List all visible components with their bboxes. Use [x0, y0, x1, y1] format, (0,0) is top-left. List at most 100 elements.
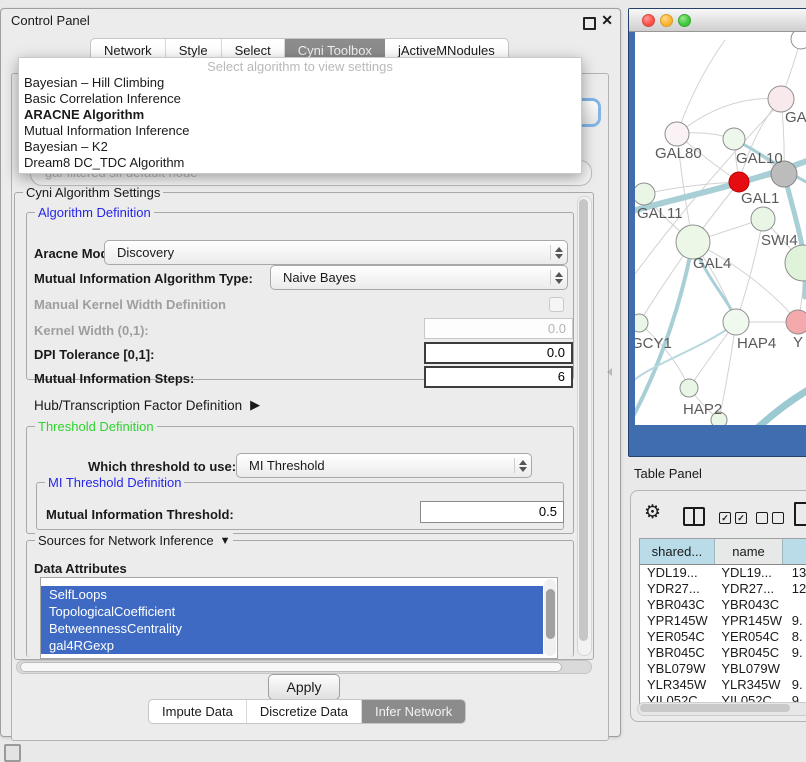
deselect-all-columns-icon[interactable]	[756, 512, 784, 524]
mi-algorithm-type-combo[interactable]: Naive Bayes	[270, 265, 568, 290]
network-node[interactable]	[723, 128, 745, 150]
algorithm-dropdown-item[interactable]: Mutual Information Inference	[19, 123, 581, 139]
cell-value	[788, 597, 806, 613]
algorithm-dropdown-item[interactable]: Dream8 DC_TDC Algorithm	[19, 155, 581, 171]
table-row[interactable]: YBR043C YBR043C	[640, 597, 806, 613]
mi-steps-label: Mutual Information Steps:	[34, 371, 194, 386]
new-table-icon[interactable]	[794, 502, 806, 526]
listbox-scrollbar-thumb[interactable]	[546, 589, 555, 639]
network-node-label: GAL11	[637, 205, 683, 222]
minimize-traffic-light-icon[interactable]	[660, 14, 673, 27]
listbox-scrollbar[interactable]	[544, 579, 556, 656]
network-edge[interactable]	[677, 40, 725, 134]
settings-vertical-scrollbar[interactable]	[577, 196, 592, 656]
data-attribute-item[interactable]: gal4RGexp	[41, 637, 543, 654]
network-node-label: HAP4	[737, 335, 776, 352]
network-node-label: GAL10	[736, 150, 783, 167]
algorithm-dropdown-item-label: Bayesian – K2	[24, 139, 108, 154]
table-row[interactable]: YLR345W YLR345W 9.	[640, 677, 806, 693]
network-canvas-svg: GALGAL80GAL10GAL1GAL11SWI4GAL4GCY1HAP4YH…	[635, 32, 806, 425]
table-row[interactable]: YER054C YER054C 8.	[640, 629, 806, 645]
cell-value: 9.	[788, 645, 806, 661]
checked-box-icon: ✓	[735, 512, 747, 524]
table-row[interactable]: YDL19... YDL19... 13	[640, 565, 806, 581]
window-grip-icon[interactable]	[4, 744, 21, 762]
cell-name: YDR27...	[717, 581, 787, 597]
cyni-bottom-tab[interactable]: Impute Data	[149, 700, 247, 723]
network-node[interactable]	[635, 183, 655, 205]
table-row[interactable]: YDR27... YDR27... 12	[640, 581, 806, 597]
manual-kernel-width-checkbox[interactable]	[549, 297, 564, 312]
table-row[interactable]: YBL079W YBL079W	[640, 661, 806, 677]
network-node[interactable]	[723, 309, 749, 335]
combo-arrows-icon	[514, 458, 531, 473]
close-icon[interactable]: ✕	[601, 12, 613, 29]
network-node[interactable]	[791, 32, 806, 49]
algorithm-dropdown-item[interactable]: Basic Correlation Inference	[19, 91, 581, 107]
cell-name: YBR045C	[717, 645, 787, 661]
network-edge[interactable]	[753, 380, 806, 425]
cyni-bottom-tab[interactable]: Infer Network	[362, 700, 465, 723]
network-node-label: GAL4	[693, 255, 731, 272]
apply-button[interactable]: Apply	[268, 674, 340, 700]
algorithm-dropdown-item[interactable]: Bayesian – K2	[19, 139, 581, 155]
kernel-width-input[interactable]: 0.0	[424, 318, 573, 339]
settings-vertical-scrollbar-thumb[interactable]	[579, 199, 588, 641]
column-header-partial[interactable]	[783, 539, 806, 564]
cell-shared-name: YDL19...	[640, 565, 717, 581]
mi-threshold-input[interactable]: 0.5	[420, 501, 564, 523]
dpi-tolerance-input[interactable]: 0.0	[424, 342, 573, 364]
network-node[interactable]	[786, 310, 806, 334]
data-attribute-item[interactable]: SelfLoops	[41, 586, 543, 603]
network-node[interactable]	[665, 122, 689, 146]
network-edge[interactable]	[693, 242, 798, 322]
table-row[interactable]: YPR145W YPR145W 9.	[640, 613, 806, 629]
network-canvas[interactable]: GALGAL80GAL10GAL1GAL11SWI4GAL4GCY1HAP4YH…	[635, 32, 806, 425]
network-node[interactable]	[751, 207, 775, 231]
tab-label: Infer Network	[375, 700, 452, 723]
close-traffic-light-icon[interactable]	[642, 14, 655, 27]
network-node[interactable]	[680, 379, 698, 397]
settings-horizontal-scrollbar-thumb[interactable]	[20, 662, 562, 672]
network-edge[interactable]	[639, 323, 689, 388]
mi-algorithm-type-label: Mutual Information Algorithm Type:	[34, 271, 253, 286]
float-window-icon[interactable]	[583, 17, 596, 30]
column-header-name[interactable]: name	[715, 539, 783, 564]
node-table: shared... name YDL19... YDL19... 13 YDR2…	[639, 538, 806, 706]
settings-horizontal-scrollbar[interactable]	[16, 660, 592, 674]
algorithm-dropdown-item[interactable]: ARACNE Algorithm	[19, 107, 581, 123]
algorithm-dropdown-popup: Select algorithm to view settings Bayesi…	[18, 57, 582, 174]
network-edge[interactable]	[736, 219, 763, 322]
mi-steps-input[interactable]: 6	[424, 366, 573, 388]
network-node[interactable]	[676, 225, 710, 259]
network-node[interactable]	[785, 245, 806, 281]
gear-icon[interactable]: ⚙	[644, 503, 661, 522]
which-threshold-combo[interactable]: MI Threshold	[236, 453, 532, 478]
zoom-traffic-light-icon[interactable]	[678, 14, 691, 27]
select-all-columns-icon[interactable]: ✓ ✓	[719, 512, 747, 524]
cyni-bottom-tab[interactable]: Discretize Data	[247, 700, 362, 723]
cell-value: 13	[788, 565, 806, 581]
table-horizontal-scrollbar-thumb[interactable]	[640, 704, 790, 712]
chevron-down-icon[interactable]: ▼	[220, 535, 231, 547]
node-table-header: shared... name	[640, 539, 806, 565]
column-header-shared-name[interactable]: shared...	[640, 539, 715, 564]
data-attribute-item[interactable]: BetweennessCentrality	[41, 620, 543, 637]
network-window-titlebar[interactable]	[629, 9, 806, 32]
algorithm-dropdown-item-label: Mutual Information Inference	[24, 123, 189, 138]
algorithm-dropdown-item-label: Basic Correlation Inference	[24, 91, 181, 106]
data-attribute-item[interactable]: TopologicalCoefficient	[41, 603, 543, 620]
show-columns-icon[interactable]	[683, 507, 705, 526]
table-horizontal-scrollbar[interactable]	[637, 702, 806, 716]
panel-splitter-handle[interactable]	[607, 368, 612, 376]
cell-shared-name: YDR27...	[640, 581, 717, 597]
algorithm-dropdown-item[interactable]: Bayesian – Hill Climbing	[19, 75, 581, 91]
cell-shared-name: YBL079W	[640, 661, 717, 677]
cell-name: YBR043C	[717, 597, 787, 613]
hub-definition-toggle[interactable]: Hub/Transcription Factor Definition ▶	[34, 397, 260, 413]
data-attributes-listbox[interactable]: SelfLoops TopologicalCoefficient Between…	[40, 577, 558, 659]
table-row[interactable]: YBR045C YBR045C 9.	[640, 645, 806, 661]
network-node[interactable]	[635, 314, 648, 332]
network-node[interactable]	[729, 172, 749, 192]
aracne-mode-combo[interactable]: Discovery	[104, 240, 568, 265]
